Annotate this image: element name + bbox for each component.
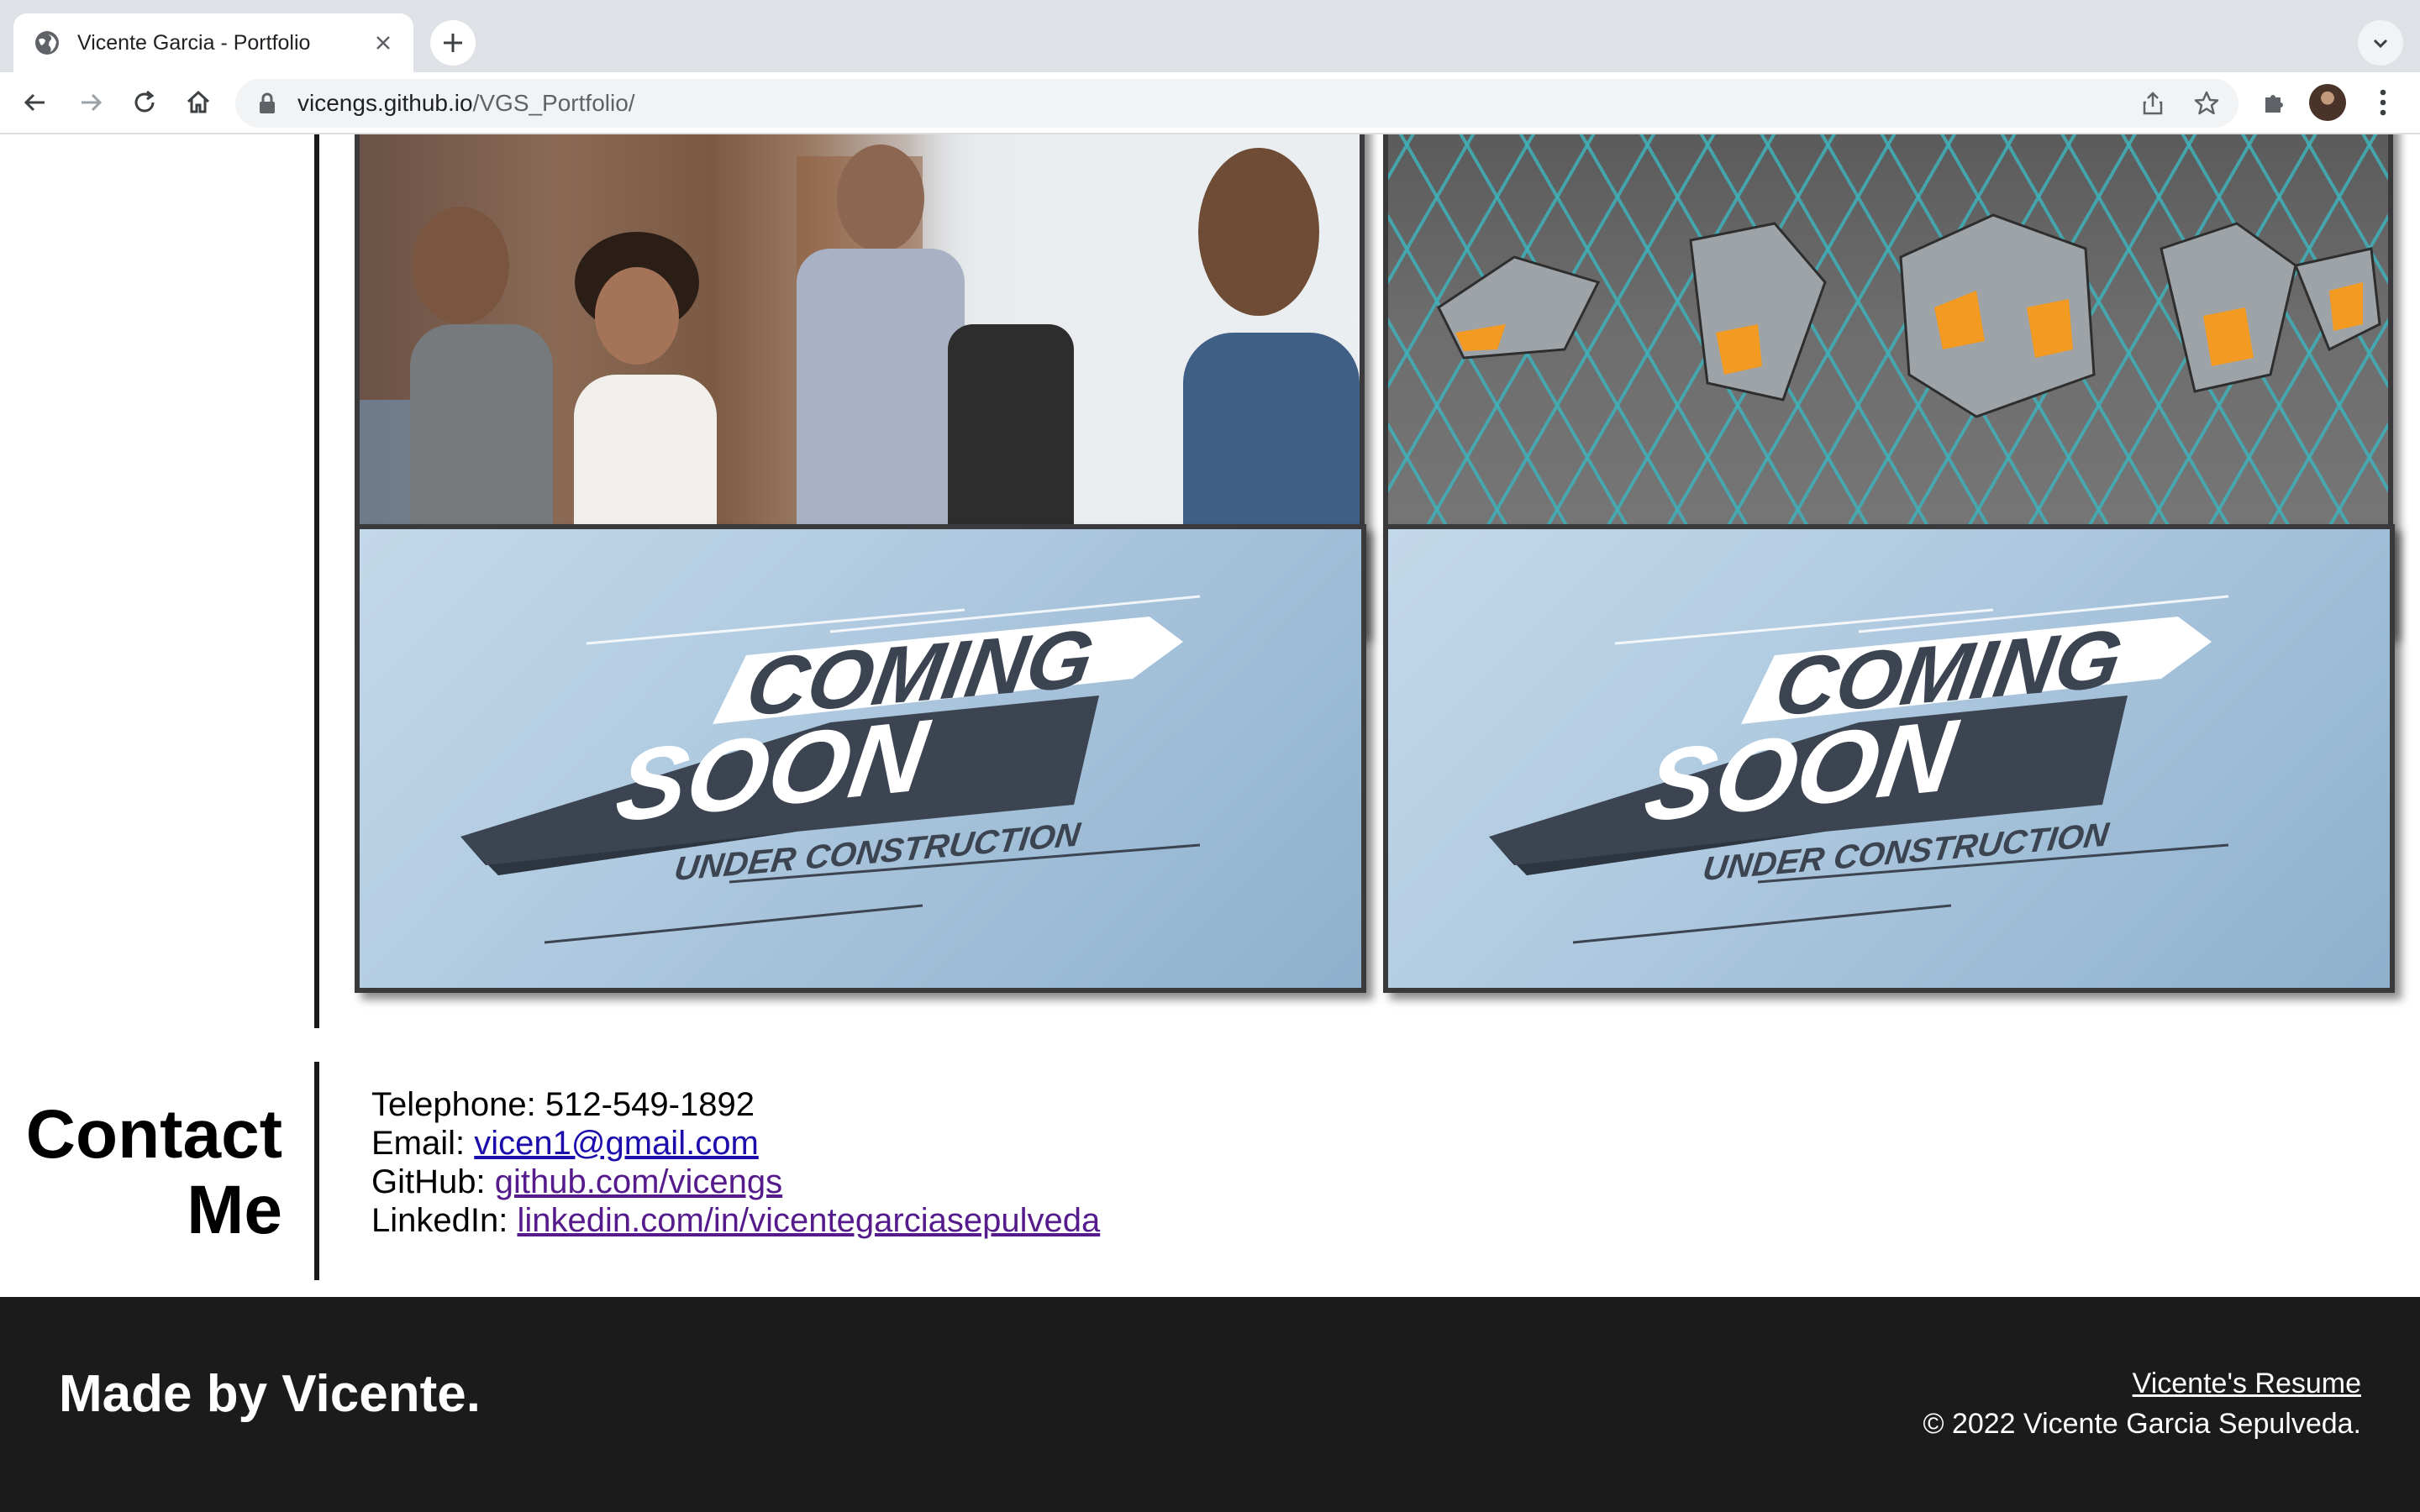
coming-soon-graphic: COMING SOON UNDER CONSTRUCTION [460,595,1201,944]
chevron-down-icon [2373,39,2388,49]
menu-button[interactable] [2365,84,2402,121]
url-host: vicengs.github.io [297,90,473,116]
new-tab-button[interactable] [430,20,476,66]
telephone-value: 512-549-1892 [544,1086,755,1123]
profile-avatar[interactable] [2309,84,2346,121]
extensions-button[interactable] [2255,84,2292,121]
close-icon[interactable] [370,29,397,56]
address-bar[interactable]: vicengs.github.io/VGS_Portfolio/ [235,79,2238,128]
email-link[interactable]: vicen1@gmail.com [474,1125,759,1162]
telephone-row: Telephone: 512-549-1892 [371,1085,1100,1124]
puzzle-icon [2265,95,2283,113]
tab-search-button[interactable] [2358,20,2403,66]
github-row: GitHub: github.com/vicengs [371,1163,1100,1201]
project-card-3[interactable]: COMING SOON UNDER CONSTRUCTION [355,524,1366,993]
browser-tab-strip: Vicente Garcia - Portfolio [0,0,2420,72]
home-button[interactable] [180,84,217,121]
contact-divider [314,1062,319,1280]
github-label: GitHub: [371,1163,486,1200]
kebab-menu-icon [2380,89,2386,116]
tab-title: Vicente Garcia - Portfolio [77,30,311,55]
footer-copyright: © 2022 Vicente Garcia Sepulveda. [1923,1408,2361,1440]
linkedin-label: LinkedIn: [371,1202,508,1239]
email-row: Email: vicen1@gmail.com [371,1124,1100,1163]
bookmark-star-icon[interactable] [2190,87,2223,120]
coming-soon-graphic: COMING SOON UNDER CONSTRUCTION [1489,595,2229,944]
arrow-left-icon [24,93,45,112]
footer-made-by: Made by Vicente. [59,1365,481,1423]
contact-heading: Contact Me [0,1097,282,1248]
footer: Made by Vicente. Vicente's Resume © 2022… [0,1297,2420,1512]
url-path: /VGS_Portfolio/ [472,90,635,116]
contact-heading-line1: Contact [25,1096,282,1173]
plus-icon [444,34,462,52]
globe-icon [35,31,59,55]
browser-tab[interactable]: Vicente Garcia - Portfolio [13,13,413,72]
contact-list: Telephone: 512-549-1892 Email: vicen1@gm… [371,1085,1100,1240]
url-text: vicengs.github.io/VGS_Portfolio/ [297,90,635,117]
resume-link[interactable]: Vicente's Resume [2133,1368,2361,1400]
reload-icon [134,90,155,113]
email-label: Email: [371,1125,466,1162]
back-button[interactable] [17,84,54,121]
page-viewport: COMING SOON UNDER CONSTRUCTION COMING SO… [0,134,2420,1512]
reload-button[interactable] [126,84,163,121]
arrow-right-icon [82,93,103,112]
contact-heading-line2: Me [187,1172,282,1248]
lock-icon [260,92,275,113]
home-icon [187,90,210,113]
linkedin-link[interactable]: linkedin.com/in/vicentegarciasepulveda [517,1202,1100,1239]
telephone-label: Telephone: [371,1086,536,1123]
linkedin-row: LinkedIn: linkedin.com/in/vicentegarcias… [371,1201,1100,1240]
share-icon[interactable] [2136,87,2170,120]
projects-divider [314,134,319,1028]
forward-button[interactable] [72,84,109,121]
github-link[interactable]: github.com/vicengs [495,1163,782,1200]
project-card-4[interactable]: COMING SOON UNDER CONSTRUCTION [1383,524,2395,993]
browser-toolbar: vicengs.github.io/VGS_Portfolio/ [0,72,2420,134]
